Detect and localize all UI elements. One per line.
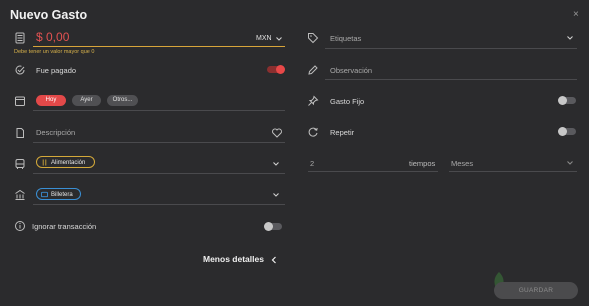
date-pill-yesterday[interactable]: Ayer <box>72 95 101 106</box>
chevron-down-icon[interactable] <box>566 34 574 42</box>
tags-underline <box>325 48 577 49</box>
description-input[interactable]: Descripción <box>36 128 75 137</box>
fixed-expense-label: Gasto Fijo <box>330 97 365 106</box>
amount-error: Debe tener un valor mayor que 0 <box>14 49 95 55</box>
new-expense-modal: Nuevo Gasto × $ 0,00 MXN Debe tener un v… <box>0 0 589 306</box>
tag-icon <box>307 32 319 44</box>
repeat-unit-label: tiempos <box>409 159 436 168</box>
repeat-count-underline <box>308 171 438 172</box>
ignore-label: Ignorar transacción <box>32 222 97 231</box>
calculator-icon <box>14 32 26 44</box>
category-label: Alimentación <box>51 160 86 166</box>
less-details-label: Menos detalles <box>203 254 264 264</box>
date-underline <box>33 110 285 111</box>
less-details-link[interactable]: Menos detalles <box>203 254 277 264</box>
repeat-count-input[interactable]: 2 <box>310 159 314 168</box>
wallet-icon <box>41 191 48 198</box>
bank-icon <box>14 189 26 201</box>
repeat-period-select[interactable]: Meses <box>451 159 473 168</box>
account-label: Billetera <box>51 192 73 198</box>
save-button[interactable]: GUARDAR <box>494 282 578 299</box>
check-circle-icon <box>14 64 26 76</box>
chevron-down-icon[interactable] <box>566 159 574 167</box>
document-icon <box>14 127 26 139</box>
tags-input[interactable]: Etiquetas <box>330 34 361 43</box>
description-underline <box>33 142 285 143</box>
observation-input[interactable]: Observación <box>330 66 372 75</box>
paid-toggle[interactable] <box>267 65 285 74</box>
chevron-left-icon <box>271 256 277 264</box>
fixed-expense-toggle[interactable] <box>558 96 576 105</box>
repeat-label: Repetir <box>330 128 355 137</box>
date-pill-other[interactable]: Otros... <box>107 95 138 106</box>
pencil-icon <box>307 64 319 76</box>
chevron-down-icon[interactable] <box>275 35 283 43</box>
category-icon <box>14 158 26 170</box>
calendar-icon <box>14 95 26 107</box>
amount-input[interactable]: $ 0,00 <box>36 30 69 44</box>
chevron-down-icon[interactable] <box>272 191 280 199</box>
currency-select[interactable]: MXN <box>256 35 272 42</box>
repeat-period-underline <box>449 171 577 172</box>
account-underline <box>33 204 285 205</box>
pin-icon <box>307 95 319 107</box>
close-icon[interactable]: × <box>573 10 579 20</box>
observation-underline <box>325 79 577 80</box>
fork-knife-icon <box>41 159 48 166</box>
account-chip[interactable]: Billetera <box>36 188 81 200</box>
amount-underline <box>33 46 285 47</box>
chevron-down-icon[interactable] <box>272 160 280 168</box>
repeat-icon <box>307 126 319 138</box>
repeat-toggle[interactable] <box>558 127 576 136</box>
category-underline <box>33 173 285 174</box>
date-pill-today[interactable]: Hoy <box>36 95 66 106</box>
heart-icon[interactable] <box>271 127 283 139</box>
paid-label: Fue pagado <box>36 66 77 75</box>
category-chip[interactable]: Alimentación <box>36 156 95 168</box>
ignore-toggle[interactable] <box>264 222 282 231</box>
info-icon <box>14 220 26 232</box>
modal-title: Nuevo Gasto <box>10 8 88 22</box>
